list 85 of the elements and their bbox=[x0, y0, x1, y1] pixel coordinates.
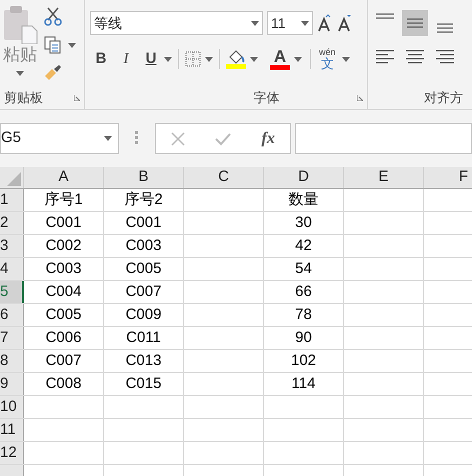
column-header[interactable]: E bbox=[344, 167, 424, 188]
table-cell-text: C001 bbox=[126, 212, 162, 233]
font-size-field[interactable]: 11 bbox=[267, 11, 313, 35]
dialog-launcher-icon[interactable] bbox=[357, 95, 363, 101]
table-cell-text: C003 bbox=[46, 258, 82, 279]
shrink-font-icon[interactable] bbox=[337, 14, 353, 32]
scissors-icon[interactable] bbox=[44, 6, 62, 26]
format-painter-icon[interactable] bbox=[44, 64, 62, 80]
checkmark-icon[interactable] bbox=[215, 132, 232, 146]
group-label: 对齐方 bbox=[424, 89, 463, 108]
table-cell-text: 54 bbox=[295, 258, 312, 279]
row-header[interactable]: 6 bbox=[0, 304, 24, 326]
font-color-button[interactable]: A bbox=[274, 48, 286, 64]
row-header[interactable]: 12 bbox=[0, 442, 24, 464]
table-cell-text: C003 bbox=[126, 236, 162, 256]
column-header[interactable]: B bbox=[104, 167, 184, 188]
drag-handle-icon[interactable] bbox=[135, 131, 139, 145]
table-cell-text: 序号2 bbox=[124, 190, 163, 210]
underline-button[interactable]: U bbox=[140, 48, 162, 70]
row-header[interactable]: 3 bbox=[0, 235, 24, 257]
table-cell-text: 90 bbox=[295, 328, 312, 348]
table-cell-text: C013 bbox=[126, 350, 162, 371]
group-label: 剪贴板 bbox=[4, 89, 43, 108]
table-cell-text: C011 bbox=[126, 328, 161, 348]
row-header[interactable]: 1 bbox=[0, 189, 24, 211]
row-header[interactable]: 2 bbox=[0, 212, 24, 234]
font-color-bar bbox=[270, 64, 290, 70]
table-cell-text: C009 bbox=[126, 304, 162, 325]
row-header[interactable]: 10 bbox=[0, 396, 24, 418]
table-cell-text: C008 bbox=[46, 374, 82, 394]
dropdown-caret-icon[interactable] bbox=[104, 136, 112, 141]
fill-color-bar bbox=[226, 64, 246, 68]
dropdown-caret-icon[interactable] bbox=[164, 56, 172, 62]
row-header[interactable]: 8 bbox=[0, 350, 24, 372]
row-header[interactable]: 4 bbox=[0, 258, 24, 280]
column-header[interactable]: F bbox=[424, 167, 472, 188]
table-cell-text: C007 bbox=[126, 282, 162, 302]
insert-function-button[interactable]: fx bbox=[262, 126, 275, 150]
dropdown-caret-icon[interactable] bbox=[68, 42, 76, 48]
table-cell-text: 78 bbox=[295, 304, 312, 325]
borders-icon[interactable] bbox=[185, 51, 201, 67]
copy-icon[interactable] bbox=[44, 36, 62, 54]
grow-font-icon[interactable] bbox=[317, 14, 333, 32]
column-header[interactable]: C bbox=[184, 167, 264, 188]
dropdown-caret-icon[interactable] bbox=[250, 56, 258, 62]
table-cell-text: 102 bbox=[290, 350, 316, 371]
align-lines-icon bbox=[375, 13, 395, 19]
table-cell-text: C005 bbox=[46, 304, 82, 325]
phonetic-button[interactable]: wén 文 bbox=[319, 48, 336, 70]
dropdown-caret-icon[interactable] bbox=[301, 20, 309, 26]
fill-bucket-icon[interactable] bbox=[227, 50, 245, 64]
table-cell-text: 数量 bbox=[288, 190, 318, 210]
row-header[interactable]: 9 bbox=[0, 373, 24, 395]
table-cell-text: C004 bbox=[46, 282, 82, 302]
table-cell-text: C002 bbox=[46, 236, 82, 256]
dropdown-caret-icon[interactable] bbox=[342, 56, 350, 62]
dropdown-caret-icon[interactable] bbox=[16, 71, 24, 76]
group-label: 字体 bbox=[254, 89, 280, 108]
table-cell-text: 66 bbox=[295, 282, 312, 302]
table-cell-text: 114 bbox=[292, 374, 316, 394]
row-header[interactable]: 5 bbox=[0, 281, 24, 303]
table-cell-text: C005 bbox=[126, 258, 162, 279]
table-cell-text: C001 bbox=[46, 212, 82, 233]
bold-button[interactable]: B bbox=[90, 48, 112, 70]
table-cell-text: C006 bbox=[46, 328, 82, 348]
italic-button[interactable]: I bbox=[112, 48, 140, 70]
name-box[interactable]: G5 bbox=[0, 123, 119, 154]
table-cell-text: 42 bbox=[295, 236, 312, 256]
row-header[interactable]: 7 bbox=[0, 327, 24, 349]
row-header[interactable]: 11 bbox=[0, 419, 24, 441]
column-header[interactable]: A bbox=[24, 167, 104, 188]
font-name-field[interactable]: 等线 bbox=[90, 11, 263, 35]
dialog-launcher-icon[interactable] bbox=[74, 95, 80, 101]
table-cell-text: 序号1 bbox=[44, 190, 83, 210]
formula-input[interactable] bbox=[295, 123, 472, 154]
column-header[interactable]: D bbox=[264, 167, 344, 188]
dropdown-caret-icon[interactable] bbox=[294, 56, 302, 62]
table-cell-text: C007 bbox=[46, 350, 82, 371]
align-lines-icon bbox=[435, 23, 455, 33]
align-lines-icon bbox=[405, 18, 425, 28]
vertical-align-button[interactable] bbox=[402, 10, 428, 36]
table-cell-text: 30 bbox=[295, 212, 312, 233]
table-cell-text: C015 bbox=[126, 374, 162, 394]
dropdown-caret-icon[interactable] bbox=[251, 20, 259, 26]
dropdown-caret-icon[interactable] bbox=[205, 56, 213, 62]
